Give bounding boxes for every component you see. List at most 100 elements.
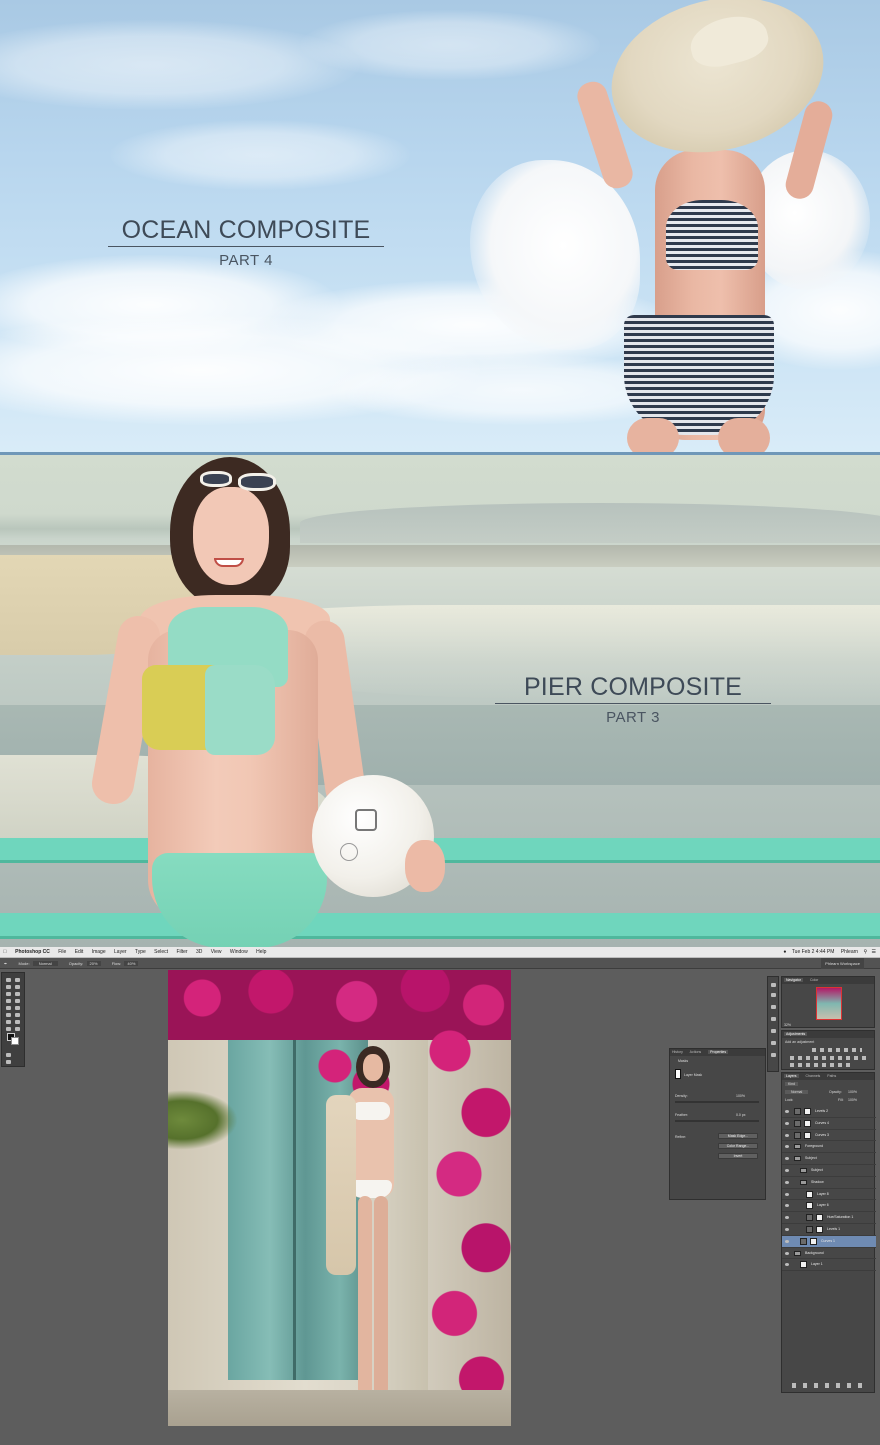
folder-icon[interactable] [794, 1156, 801, 1162]
screen-mode-icon[interactable] [6, 1060, 11, 1064]
list-icon[interactable]: ☰ [872, 947, 876, 958]
layer-mask-thumbnail[interactable] [816, 1214, 823, 1222]
layer-row[interactable]: Curves 1 [782, 1235, 876, 1248]
folder-icon[interactable] [800, 1168, 807, 1173]
clock[interactable]: Tue Feb 2 4:44 PM [792, 947, 835, 958]
history-brush-icon[interactable] [15, 1006, 20, 1010]
wifi-icon[interactable]: ● [783, 947, 786, 958]
type-tool-icon[interactable] [15, 1020, 20, 1024]
quick-mask-icon[interactable] [6, 1053, 11, 1057]
flow-field[interactable]: 40% [124, 961, 139, 966]
menu-window[interactable]: Window [230, 947, 248, 958]
folder-icon[interactable] [800, 1179, 807, 1185]
layer-thumbnail[interactable] [794, 1131, 801, 1139]
eye-icon[interactable] [785, 1110, 789, 1113]
mask-edge-button[interactable]: Mask Edge... [718, 1133, 758, 1139]
layer-row[interactable]: Layer 1 [782, 1259, 876, 1272]
adjustment-icons-row-3[interactable] [790, 1063, 850, 1067]
eye-icon[interactable] [785, 1180, 789, 1184]
search-icon[interactable]: ⚲ [863, 947, 867, 958]
navigator-dock-icon[interactable] [771, 983, 776, 987]
layer-row[interactable]: Subject [782, 1153, 876, 1165]
layer-row[interactable]: Shadow [782, 1177, 876, 1189]
menu-type[interactable]: Type [135, 947, 146, 958]
fill-value[interactable]: 100% [848, 1098, 857, 1102]
navigator-thumbnail[interactable] [816, 987, 842, 1020]
color-range-button[interactable]: Color Range... [718, 1143, 758, 1149]
adjustments-dock-icon[interactable] [771, 1005, 776, 1009]
brush-tool-icon[interactable]: ✒ [4, 961, 7, 966]
menu-help[interactable]: Help [256, 947, 266, 958]
eye-icon[interactable] [785, 1263, 789, 1267]
tab-layers[interactable]: Layers [784, 1074, 799, 1078]
mode-select[interactable]: Normal [32, 961, 58, 966]
move-tool-icon[interactable] [6, 978, 11, 982]
eye-icon[interactable] [785, 1228, 789, 1231]
tab-navigator[interactable]: Navigator [784, 978, 803, 982]
feather-value[interactable]: 0.0 px [736, 1113, 746, 1117]
layer-thumbnail[interactable] [806, 1190, 813, 1198]
eye-icon[interactable] [785, 1169, 789, 1172]
healing-brush-icon[interactable] [6, 999, 11, 1003]
history-dock-icon[interactable] [771, 1017, 776, 1021]
tab-actions[interactable]: Actions [690, 1050, 701, 1054]
layer-thumbnail[interactable] [806, 1226, 813, 1233]
menu-app-name[interactable]: Photoshop CC [15, 947, 50, 958]
adjustment-icons-row-2[interactable] [790, 1056, 866, 1060]
eraser-tool-icon[interactable] [6, 1013, 11, 1017]
menu-filter[interactable]: Filter [176, 947, 187, 958]
hand-tool-icon[interactable] [6, 1027, 11, 1031]
crop-tool-icon[interactable] [6, 992, 11, 996]
layer-mask-thumbnail[interactable] [804, 1131, 811, 1139]
color-dock-icon[interactable] [771, 993, 776, 997]
layer-thumbnail[interactable] [806, 1214, 813, 1222]
folder-icon[interactable] [794, 1250, 801, 1256]
opacity-field[interactable]: 20% [86, 961, 101, 966]
tab-adjustments[interactable]: Adjustments [784, 1032, 808, 1036]
eye-icon[interactable] [785, 1157, 789, 1161]
layer-row[interactable]: Background [782, 1248, 876, 1260]
menu-select[interactable]: Select [154, 947, 168, 958]
apple-icon[interactable]:  [3, 947, 7, 958]
layer-row[interactable]: Curves 4 [782, 1118, 876, 1130]
layer-thumbnail[interactable] [794, 1108, 801, 1115]
layer-filter-kind[interactable]: Kind [785, 1082, 799, 1086]
layer-thumbnail[interactable] [794, 1119, 801, 1127]
menu-edit[interactable]: Edit [75, 947, 84, 958]
menu-3d[interactable]: 3D [196, 947, 202, 958]
layer-mask-thumbnail[interactable] [804, 1108, 811, 1115]
magic-wand-tool-icon[interactable] [15, 985, 20, 989]
tab-properties[interactable]: Properties [708, 1050, 729, 1054]
eye-icon[interactable] [785, 1239, 789, 1243]
actions-dock-icon[interactable] [771, 1029, 776, 1033]
density-slider[interactable] [675, 1101, 759, 1103]
tab-history[interactable]: History [672, 1050, 683, 1054]
eye-icon[interactable] [785, 1251, 789, 1255]
layer-row[interactable]: Foreground [782, 1141, 876, 1154]
eye-icon[interactable] [785, 1145, 789, 1149]
lasso-tool-icon[interactable] [6, 985, 11, 989]
layer-row[interactable]: Curves 3 [782, 1130, 876, 1142]
eye-icon[interactable] [785, 1216, 789, 1220]
feather-slider[interactable] [675, 1120, 759, 1122]
layer-row[interactable]: Levels 2 [782, 1106, 876, 1118]
menu-view[interactable]: View [211, 947, 222, 958]
layer-row[interactable]: Subject [782, 1165, 876, 1177]
background-color-swatch[interactable] [11, 1037, 19, 1045]
invert-button[interactable]: Invert [718, 1153, 758, 1159]
eye-icon[interactable] [785, 1133, 789, 1137]
blend-mode-select[interactable]: Normal [785, 1090, 809, 1094]
layer-row[interactable]: Hue/Saturation 1 [782, 1212, 876, 1224]
gradient-tool-icon[interactable] [15, 1013, 20, 1017]
brush-tool-icon[interactable] [15, 999, 20, 1003]
tab-channels[interactable]: Channels [806, 1074, 821, 1078]
layer-thumbnail[interactable] [806, 1202, 813, 1210]
menu-layer[interactable]: Layer [114, 947, 127, 958]
workspace-switcher[interactable]: Phlearn Workspace [821, 958, 864, 969]
tab-paths[interactable]: Paths [827, 1074, 836, 1078]
tab-color[interactable]: Color [810, 978, 818, 982]
layer-row[interactable]: Layer 8 [782, 1189, 876, 1201]
menu-image[interactable]: Image [92, 947, 106, 958]
layer-thumbnail[interactable] [800, 1261, 807, 1269]
properties-dock-icon[interactable] [771, 1041, 776, 1045]
